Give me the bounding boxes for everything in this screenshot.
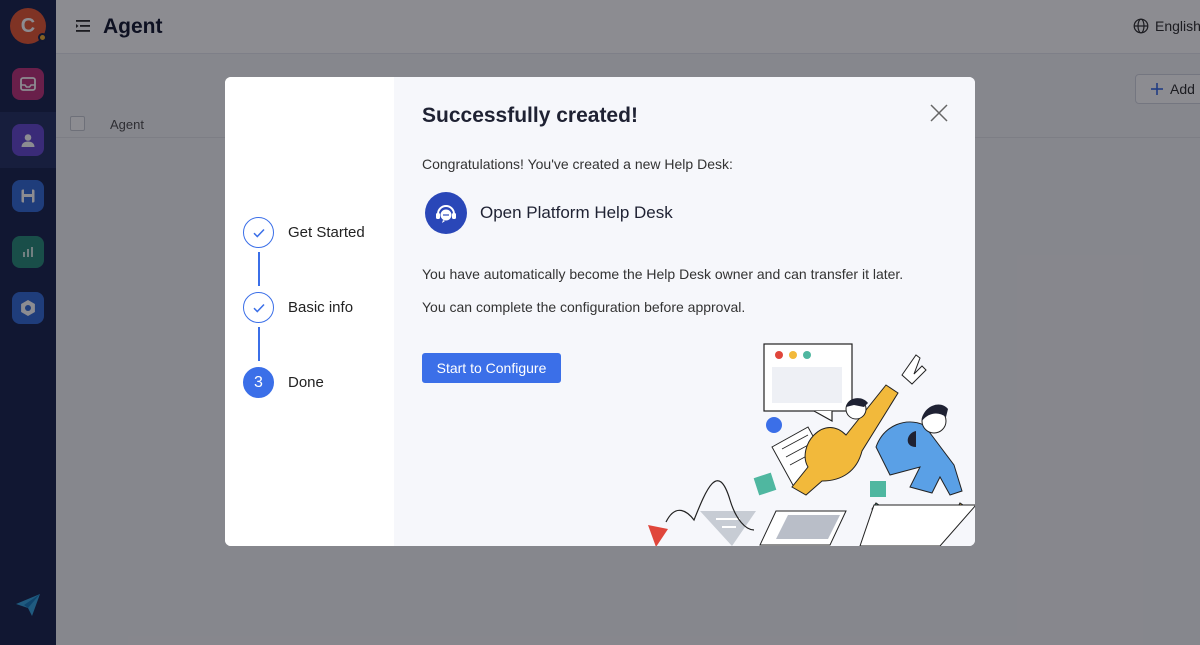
close-icon[interactable]: [929, 103, 949, 123]
steps-panel: Get Started Basic info 3 Done: [225, 77, 394, 546]
step-label: Done: [288, 374, 324, 391]
step-check-circle: [243, 292, 274, 323]
check-icon: [252, 228, 265, 238]
chatbot-icon: [436, 205, 456, 223]
help-desk-name: Open Platform Help Desk: [480, 203, 673, 222]
config-info-text: You can complete the configuration befor…: [422, 299, 746, 315]
start-configure-button[interactable]: Start to Configure: [422, 353, 561, 383]
congrats-text: Congratulations! You've created a new He…: [422, 156, 733, 172]
step-done: 3 Done: [243, 367, 324, 398]
step-get-started: Get Started: [243, 217, 365, 248]
step-connector: [258, 252, 260, 286]
owner-info-text: You have automatically become the Help D…: [422, 266, 904, 282]
step-basic-info: Basic info: [243, 292, 353, 323]
step-number-circle: 3: [243, 367, 274, 398]
step-connector: [258, 327, 260, 361]
modal-content: Successfully created! Congratulations! Y…: [394, 77, 975, 546]
step-label: Basic info: [288, 299, 354, 316]
check-icon: [252, 303, 265, 313]
step-label: Get Started: [288, 224, 365, 241]
help-desk-avatar: [425, 192, 467, 234]
success-modal: Get Started Basic info 3 Done Successful…: [225, 77, 975, 546]
step-check-circle: [243, 217, 274, 248]
team-illustration: [648, 343, 975, 546]
modal-title: Successfully created!: [422, 104, 638, 127]
